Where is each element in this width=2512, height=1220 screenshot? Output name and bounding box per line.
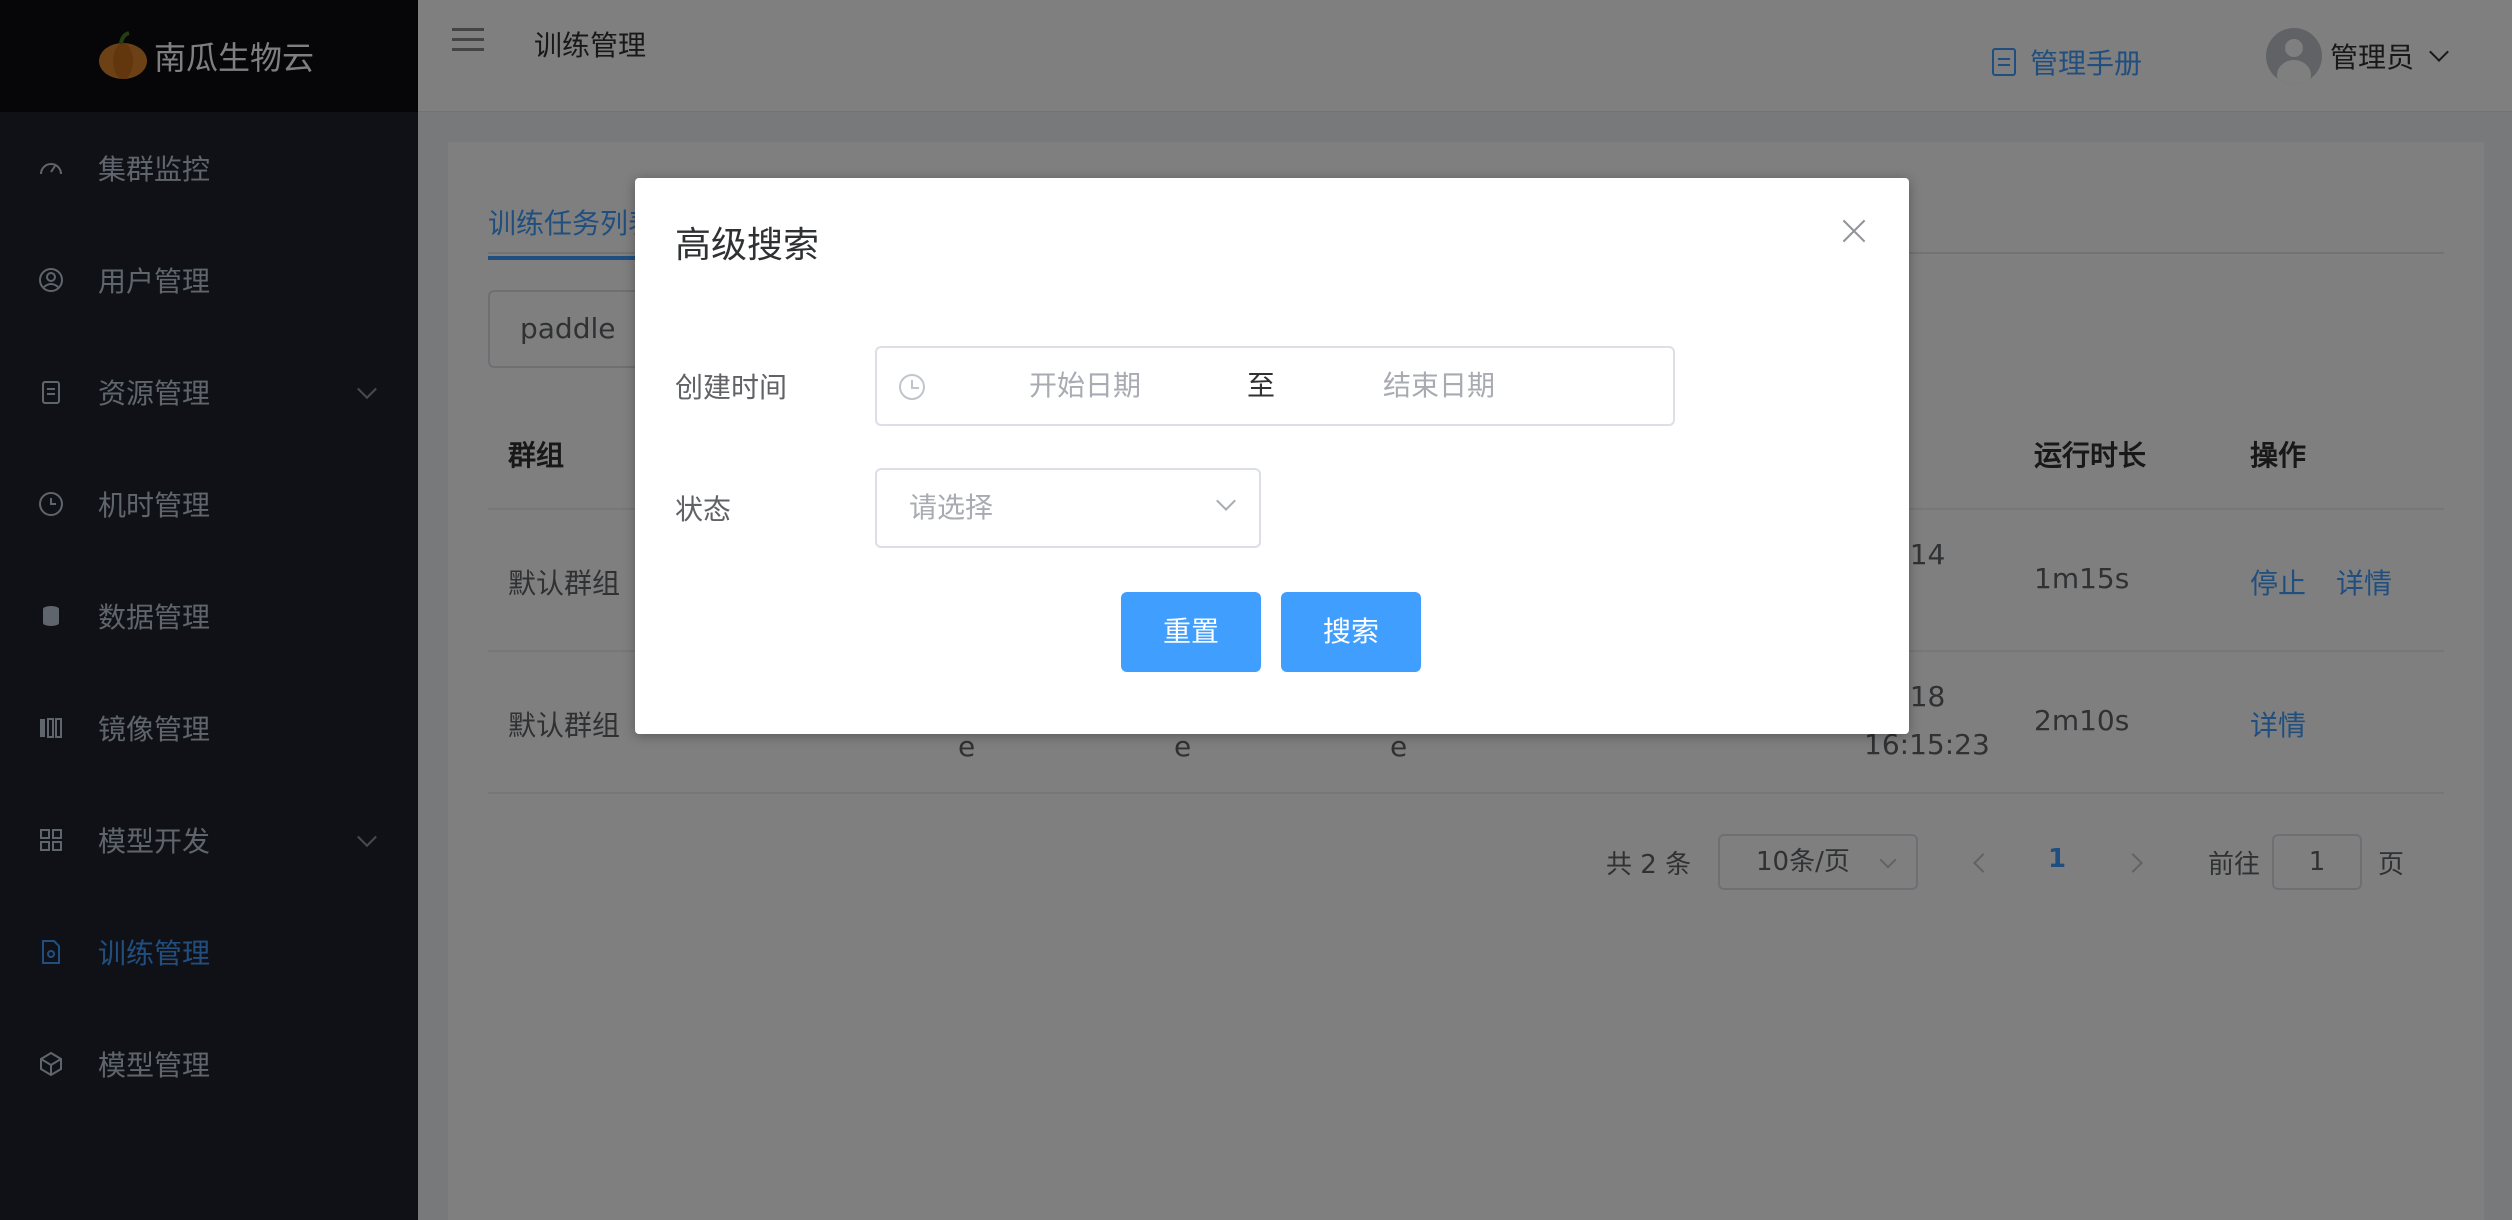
date-range-picker[interactable]: 开始日期 至 结束日期 <box>875 346 1675 426</box>
close-icon[interactable] <box>1839 216 1869 246</box>
dialog-title: 高级搜索 <box>675 225 820 266</box>
advanced-search-dialog: 高级搜索 创建时间 开始日期 至 结束日期 状态 请选择 重置 搜索 <box>635 178 1909 734</box>
reset-button[interactable]: 重置 <box>1121 592 1261 672</box>
start-date-input[interactable]: 开始日期 <box>1029 348 1141 424</box>
search-button[interactable]: 搜索 <box>1281 592 1421 672</box>
created-time-label: 创建时间 <box>675 371 788 404</box>
status-label: 状态 <box>675 493 732 526</box>
chevron-down-icon <box>1216 491 1236 511</box>
range-separator: 至 <box>1247 369 1276 402</box>
clock-icon <box>899 374 925 400</box>
status-placeholder: 请选择 <box>909 491 994 524</box>
status-select[interactable]: 请选择 <box>875 468 1261 548</box>
end-date-input[interactable]: 结束日期 <box>1383 348 1495 424</box>
